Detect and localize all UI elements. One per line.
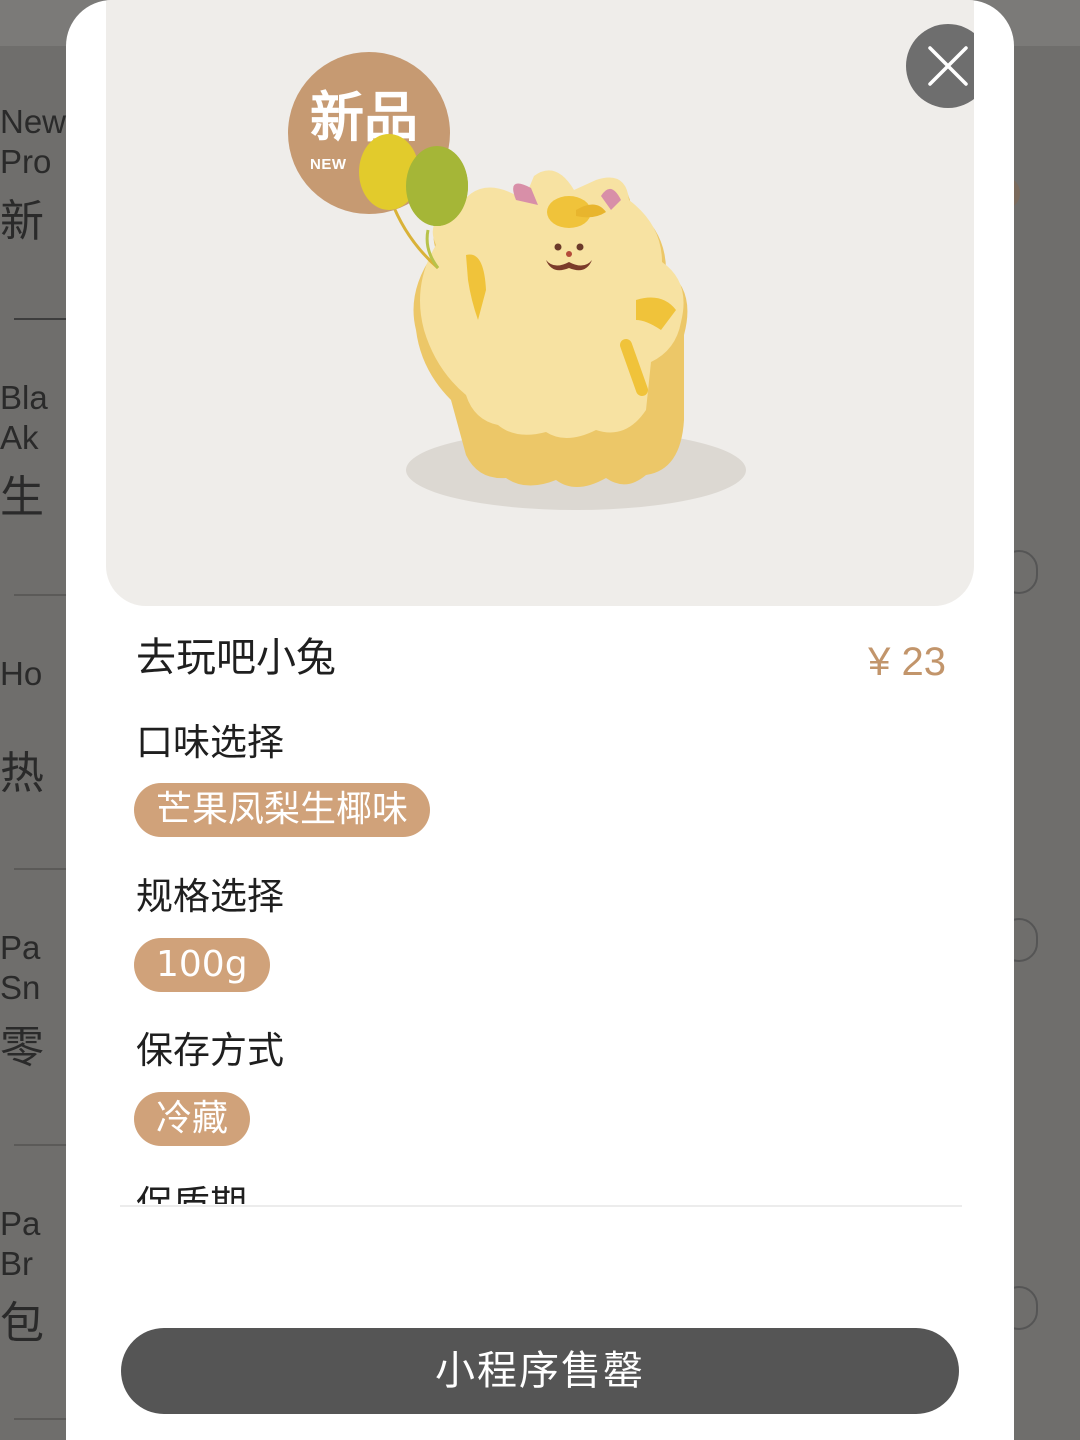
category-divider: [14, 1418, 66, 1420]
product-image: 新品 NEW: [106, 0, 974, 606]
category-divider: [14, 1144, 66, 1146]
product-detail-modal: 新品 NEW 去玩吧小兔 ¥ 23 口味选择 芒果凤梨生椰味 规格选择 100g…: [66, 0, 1014, 1440]
size-option-chip[interactable]: 100g: [134, 938, 270, 992]
sold-out-button[interactable]: 小程序售罄: [121, 1328, 959, 1414]
shelf-life-label: 保质期: [136, 1178, 436, 1204]
category-divider: [14, 868, 66, 870]
category-divider: [14, 318, 66, 320]
close-icon: [928, 46, 968, 86]
bottom-divider: [120, 1205, 962, 1207]
flavor-option-chip[interactable]: 芒果凤梨生椰味: [134, 783, 431, 837]
storage-option-chip[interactable]: 冷藏: [134, 1092, 251, 1146]
shelf-life-label-text: 保质期: [136, 1180, 436, 1204]
product-price: ¥ 23: [868, 640, 946, 684]
product-name: 去玩吧小兔: [136, 635, 336, 681]
size-label: 规格选择: [136, 875, 284, 918]
category-divider: [14, 594, 66, 596]
flavor-label: 口味选择: [136, 721, 284, 764]
balloons-overlay: [359, 134, 468, 226]
storage-label: 保存方式: [136, 1029, 284, 1072]
